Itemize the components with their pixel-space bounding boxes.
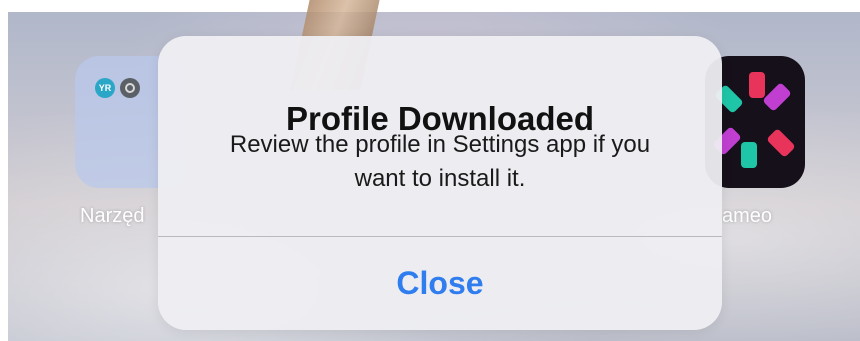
close-button[interactable]: Close <box>158 237 722 330</box>
cameo-petal <box>762 82 792 112</box>
cameo-label: ameo <box>722 205 773 227</box>
home-screen: YR Narzęd ameo Profile Downloaded Review… <box>0 0 860 341</box>
profile-alert-dialog: Profile Downloaded Review the profile in… <box>158 36 722 330</box>
gray-app-icon <box>120 78 140 98</box>
cameo-petal <box>749 72 765 98</box>
cameo-petal <box>741 142 757 168</box>
folder-label: Narzęd <box>80 205 145 227</box>
cameo-petal <box>766 128 796 158</box>
status-bar <box>0 0 860 12</box>
alert-message: Review the profile in Settings app if yo… <box>229 131 651 192</box>
yr-app-icon: YR <box>95 78 115 98</box>
screen-edge <box>0 12 8 341</box>
